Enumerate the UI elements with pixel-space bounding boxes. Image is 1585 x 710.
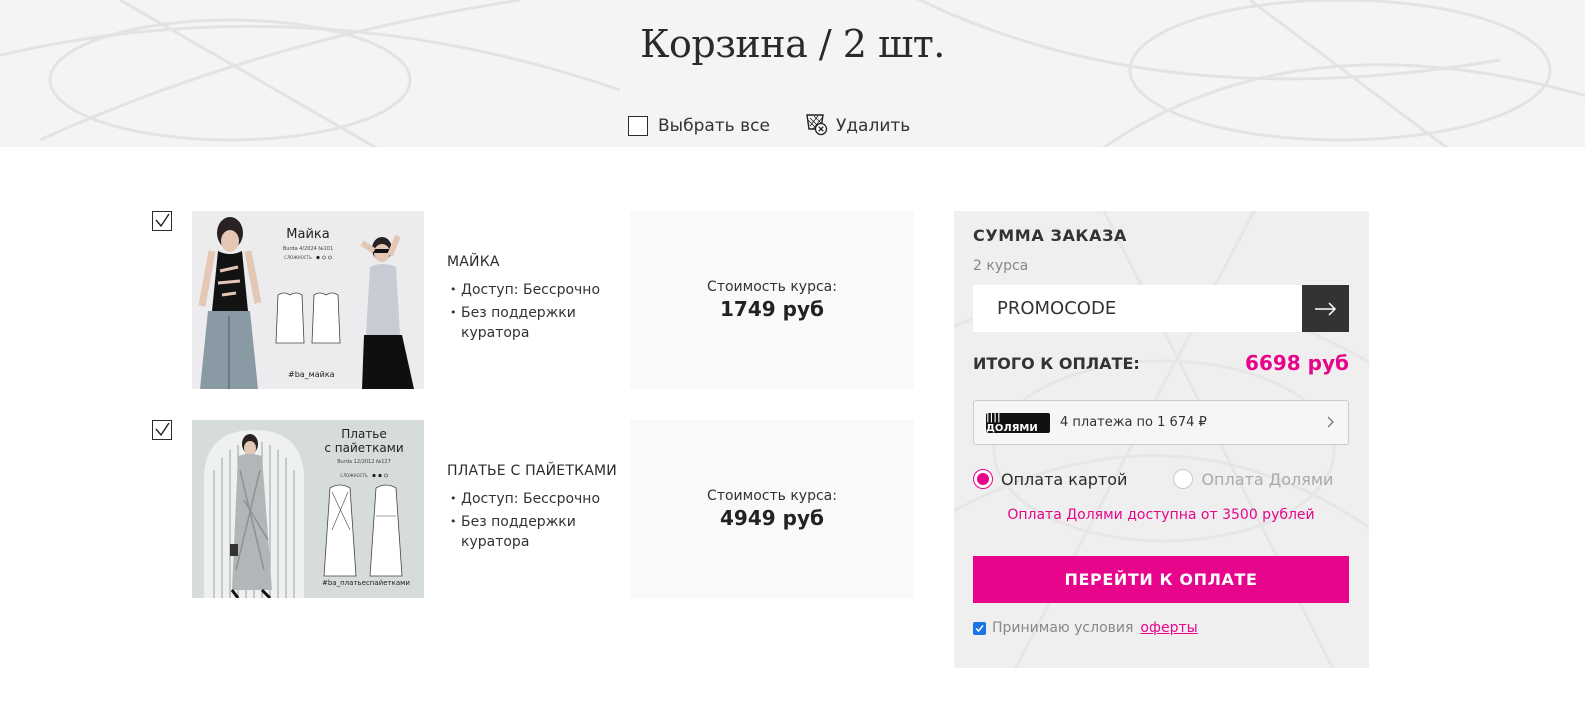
item-feature: Без поддержки куратора	[447, 512, 622, 552]
delete-label: Удалить	[835, 116, 911, 136]
thumb-subtitle: Burda 12/2012 №127	[337, 459, 391, 465]
price-label: Стоимость курса:	[707, 279, 837, 295]
dolyami-logo: ||||ДОЛЯМИ	[986, 412, 1050, 434]
cart-toolbar: Выбрать все Удалить	[628, 112, 910, 140]
item-info: ПЛАТЬЕ С ПАЙЕТКАМИ Доступ: Бессрочно Без…	[447, 463, 622, 555]
page-title: Корзина / 2 шт.	[640, 22, 945, 66]
select-all-label: Выбрать все	[658, 116, 770, 136]
pay-dolyami-label: Оплата Долями	[1201, 469, 1334, 489]
select-all-checkbox[interactable]	[628, 116, 648, 136]
thumb-heading-line2: с пайетками	[324, 441, 403, 455]
terms-row: Принимаю условия оферты	[973, 620, 1198, 636]
page-header: Корзина / 2 шт. Выбрать все Удалить	[0, 0, 1585, 147]
radio-circle	[1173, 469, 1194, 489]
summary-count: 2 курса	[973, 258, 1029, 274]
arrow-right-icon	[1314, 301, 1336, 316]
item-price-box: Стоимость курса: 1749 руб	[630, 211, 914, 389]
thumb-heading: Майка	[286, 227, 329, 242]
checkout-button[interactable]: ПЕРЕЙТИ К ОПЛАТЕ	[973, 556, 1349, 603]
pay-card-label: Оплата картой	[1001, 469, 1128, 489]
terms-label: Принимаю условия	[992, 620, 1134, 636]
item-feature: Доступ: Бессрочно	[447, 280, 622, 300]
item-price-box: Стоимость курса: 4949 руб	[630, 420, 914, 598]
summary-title: СУММА ЗАКАЗА	[973, 226, 1128, 245]
terms-checkbox[interactable]	[973, 621, 986, 635]
promo-form	[973, 285, 1349, 332]
radio-circle	[973, 469, 993, 489]
item-feature: Без поддержки куратора	[447, 303, 622, 343]
total-row: ИТОГО К ОПЛАТЕ: 6698 руб	[973, 351, 1349, 375]
item-feature: Доступ: Бессрочно	[447, 489, 622, 509]
dolyami-installment-widget[interactable]: ||||ДОЛЯМИ 4 платежа по 1 674 ₽	[973, 400, 1349, 445]
dolyami-text: 4 платежа по 1 674 ₽	[1060, 415, 1207, 430]
offer-link[interactable]: оферты	[1140, 620, 1197, 636]
thumb-tag: #ba_платьеспайетками	[322, 579, 410, 587]
checkmark-icon	[155, 213, 170, 228]
price-value: 1749 руб	[720, 297, 824, 321]
price-label: Стоимость курса:	[707, 488, 837, 504]
thumb-subtitle: Burda 4/2024 №101	[283, 246, 333, 252]
pay-card-radio[interactable]: Оплата картой	[973, 469, 1127, 489]
item-title[interactable]: МАЙКА	[447, 254, 622, 270]
item-thumbnail[interactable]: Платье с пайетками Burda 12/2012 №127 СЛ…	[192, 420, 424, 598]
item-title[interactable]: ПЛАТЬЕ С ПАЙЕТКАМИ	[447, 463, 622, 479]
item-checkbox[interactable]	[152, 420, 172, 440]
item-checkbox[interactable]	[152, 211, 172, 231]
dolyami-note: Оплата Долями доступна от 3500 рублей	[1007, 507, 1315, 523]
thumb-difficulty: СЛОЖНОСТЬ	[284, 255, 312, 260]
trash-icon	[804, 112, 828, 141]
promo-code-input[interactable]	[973, 285, 1302, 332]
item-info: МАЙКА Доступ: Бессрочно Без поддержки ку…	[447, 254, 622, 346]
total-label: ИТОГО К ОПЛАТЕ:	[973, 353, 1140, 373]
payment-method-group: Оплата картой Оплата Долями	[973, 469, 1349, 489]
chevron-right-icon	[1327, 416, 1334, 428]
order-summary-panel: СУММА ЗАКАЗА 2 курса ИТОГО К ОПЛАТЕ: 669…	[954, 211, 1369, 668]
price-value: 4949 руб	[720, 506, 824, 530]
thumb-tag: #ba_майка	[288, 370, 335, 379]
checkmark-icon	[975, 624, 984, 632]
total-value: 6698 руб	[1245, 351, 1349, 375]
delete-button[interactable]: Удалить	[804, 112, 910, 141]
apply-promo-button[interactable]	[1302, 285, 1349, 332]
checkmark-icon	[155, 422, 170, 437]
select-all-button[interactable]: Выбрать все	[628, 116, 770, 136]
thumb-difficulty: СЛОЖНОСТЬ	[340, 473, 368, 478]
item-thumbnail[interactable]: Майка Burda 4/2024 №101 СЛОЖНОСТЬ #ba_ма…	[192, 211, 424, 389]
thumb-heading: Платье	[341, 427, 387, 441]
pay-dolyami-radio[interactable]: Оплата Долями	[1173, 469, 1333, 489]
